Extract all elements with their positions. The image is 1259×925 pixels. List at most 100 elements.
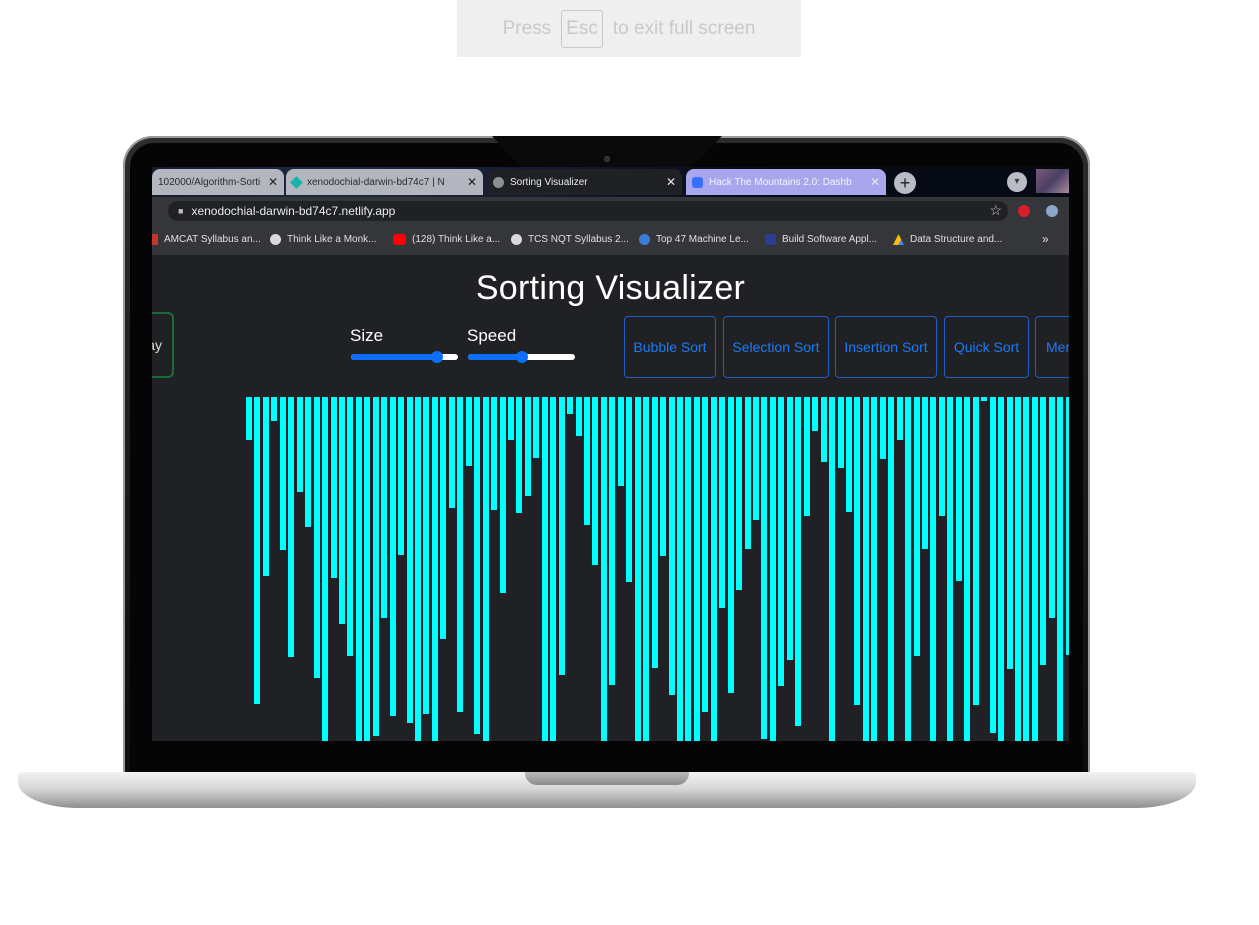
array-bar bbox=[905, 397, 912, 741]
bookmark-item[interactable]: AMCAT Syllabus an... bbox=[152, 234, 261, 245]
array-bar bbox=[423, 397, 430, 714]
bookmark-item[interactable]: Top 47 Machine Le... bbox=[639, 234, 749, 245]
array-bar bbox=[829, 397, 836, 741]
array-bar bbox=[922, 397, 928, 549]
bookmark-label: AMCAT Syllabus an... bbox=[164, 234, 261, 245]
array-bar bbox=[862, 397, 869, 741]
array-bar bbox=[330, 397, 337, 578]
page-title: Sorting Visualizer bbox=[475, 269, 746, 307]
array-bar bbox=[313, 397, 320, 678]
chevron-down-icon[interactable]: ▾ bbox=[1007, 172, 1027, 192]
array-bar bbox=[1065, 397, 1069, 655]
array-bar bbox=[575, 397, 582, 436]
speed-slider-fill bbox=[468, 354, 522, 360]
browser-tab-strip: 102000/Algorithm-Sorti ✕ xenodochial-dar… bbox=[152, 167, 1069, 197]
array-bar bbox=[930, 397, 937, 741]
array-bar bbox=[288, 397, 295, 657]
sorting-visualizer-page: Sorting Visualizer ay Size Speed Bubble … bbox=[152, 255, 1069, 741]
array-bar bbox=[761, 397, 768, 739]
array-bar bbox=[279, 397, 286, 550]
new-tab-button[interactable]: + bbox=[894, 172, 916, 194]
bubble-sort-button[interactable]: Bubble Sort bbox=[624, 316, 716, 378]
array-bar bbox=[668, 397, 675, 695]
close-tab-icon[interactable]: ✕ bbox=[268, 175, 278, 189]
array-bar bbox=[812, 397, 819, 431]
speed-slider[interactable] bbox=[468, 351, 575, 363]
array-bar bbox=[685, 397, 692, 741]
array-bar bbox=[465, 397, 472, 466]
url-field[interactable]: ■ xenodochial-darwin-bd74c7.netlify.app … bbox=[168, 201, 1008, 221]
browser-tab-hack-the-mountains[interactable]: Hack The Mountains 2.0: Dashb ✕ bbox=[686, 169, 886, 195]
bookmark-item[interactable]: Build Software Appl... bbox=[765, 234, 877, 245]
size-slider[interactable] bbox=[351, 351, 458, 363]
array-bar bbox=[440, 397, 447, 639]
array-bar bbox=[491, 397, 498, 510]
bookmark-label: TCS NQT Syllabus 2... bbox=[528, 234, 629, 245]
address-bar: ■ xenodochial-darwin-bd74c7.netlify.app … bbox=[152, 197, 1069, 225]
array-bar bbox=[972, 397, 979, 705]
generate-array-button[interactable]: ay bbox=[152, 312, 174, 378]
close-tab-icon[interactable]: ✕ bbox=[467, 175, 477, 189]
size-slider-thumb[interactable] bbox=[430, 351, 443, 363]
array-bar bbox=[1031, 397, 1038, 741]
array-bar bbox=[693, 397, 700, 741]
array-bar bbox=[710, 397, 717, 741]
speed-slider-thumb[interactable] bbox=[515, 351, 528, 363]
insertion-sort-button[interactable]: Insertion Sort bbox=[835, 316, 937, 378]
array-bar bbox=[837, 397, 844, 468]
array-bar bbox=[347, 397, 354, 656]
array-bar bbox=[322, 397, 329, 741]
array-bar bbox=[786, 397, 793, 660]
array-bar bbox=[727, 397, 734, 693]
browser-tab-netlify[interactable]: xenodochial-darwin-bd74c7 | N ✕ bbox=[286, 169, 483, 195]
bookmark-item[interactable]: (128) Think Like a... bbox=[393, 234, 500, 245]
bookmark-item[interactable]: Think Like a Monk... bbox=[270, 234, 376, 245]
array-bar bbox=[626, 397, 633, 582]
fullscreen-press-text: Press bbox=[502, 17, 552, 39]
array-bar bbox=[617, 397, 624, 486]
array-bar bbox=[372, 397, 379, 736]
bookmark-label: (128) Think Like a... bbox=[412, 234, 501, 245]
close-tab-icon[interactable]: ✕ bbox=[870, 175, 880, 189]
array-bar bbox=[719, 397, 726, 608]
extension-icon[interactable] bbox=[1018, 205, 1030, 217]
array-bar bbox=[989, 397, 996, 733]
array-bar bbox=[609, 397, 616, 685]
url-text: xenodochial-darwin-bd74c7.netlify.app bbox=[191, 204, 396, 218]
bookmark-label: Top 47 Machine Le... bbox=[656, 234, 749, 245]
array-bar bbox=[1048, 397, 1055, 618]
quick-sort-button[interactable]: Quick Sort bbox=[944, 316, 1029, 378]
array-bar bbox=[955, 397, 962, 581]
merge-sort-button[interactable]: Mer bbox=[1035, 316, 1069, 378]
amcat-icon bbox=[152, 234, 158, 245]
array-bar bbox=[888, 397, 895, 741]
browser-tab-github[interactable]: 102000/Algorithm-Sorti ✕ bbox=[152, 169, 284, 195]
extension-icon[interactable] bbox=[1046, 205, 1058, 217]
array-bar bbox=[499, 397, 506, 593]
tab-title: Hack The Mountains 2.0: Dashb bbox=[709, 176, 852, 188]
bookmarks-overflow-button[interactable]: » bbox=[1042, 232, 1049, 246]
globe-icon bbox=[493, 176, 504, 188]
array-bar bbox=[389, 397, 396, 716]
array-bar bbox=[600, 397, 607, 741]
drive-icon bbox=[893, 234, 904, 245]
size-label: Size bbox=[350, 326, 384, 345]
close-tab-icon[interactable]: ✕ bbox=[666, 175, 676, 189]
lock-icon: ■ bbox=[178, 206, 184, 216]
bookmark-item[interactable]: Data Structure and... bbox=[893, 234, 1002, 245]
array-bar bbox=[254, 397, 261, 704]
globe-icon bbox=[270, 234, 281, 245]
array-bar bbox=[1040, 397, 1047, 665]
array-bar bbox=[305, 397, 312, 527]
avatar[interactable] bbox=[1036, 169, 1069, 193]
array-bar bbox=[778, 397, 785, 686]
selection-sort-button[interactable]: Selection Sort bbox=[723, 316, 829, 378]
array-bar bbox=[415, 397, 421, 741]
browser-tab-sorting-visualizer[interactable]: Sorting Visualizer ✕ bbox=[487, 169, 682, 195]
array-bar bbox=[879, 397, 886, 459]
array-bar bbox=[744, 397, 751, 549]
array-bar bbox=[516, 397, 523, 513]
star-icon[interactable]: ☆ bbox=[989, 202, 1002, 219]
array-bar bbox=[262, 397, 269, 576]
bookmark-item[interactable]: TCS NQT Syllabus 2... bbox=[511, 234, 629, 245]
